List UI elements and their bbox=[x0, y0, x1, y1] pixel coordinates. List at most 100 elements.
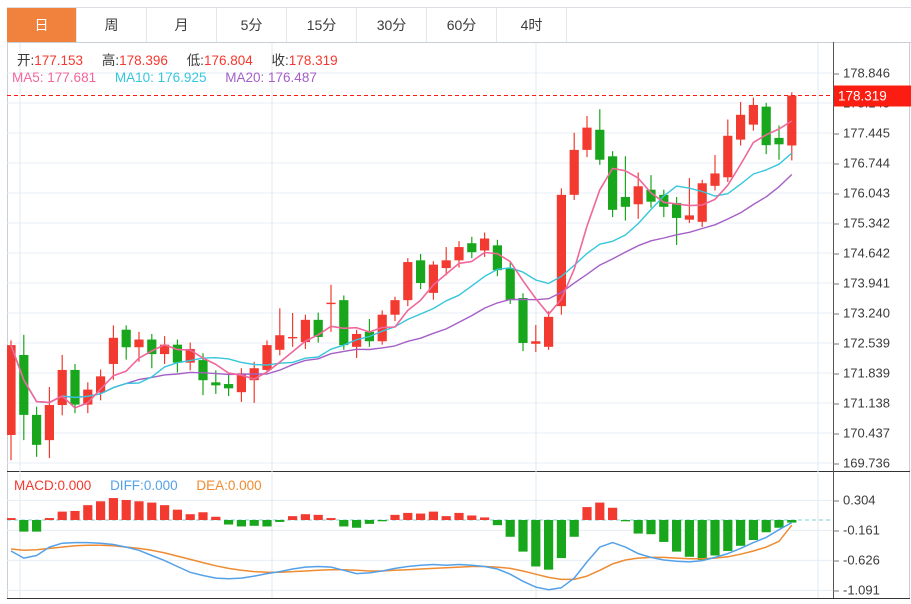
low-label: 低: bbox=[187, 53, 204, 68]
tab-day[interactable]: 日 bbox=[7, 8, 77, 43]
macd-bar-positive bbox=[186, 514, 195, 520]
ma5-line bbox=[11, 121, 792, 408]
price-axis-label: 178.846 bbox=[833, 66, 890, 81]
price-axis-label: 174.642 bbox=[833, 246, 890, 261]
macd-bar-positive bbox=[301, 514, 310, 520]
macd-bar-negative bbox=[685, 520, 694, 557]
dea-value: 0.000 bbox=[228, 478, 262, 493]
macd-bar-negative bbox=[570, 520, 579, 537]
macd-bar-negative bbox=[659, 520, 668, 542]
candle-down bbox=[224, 384, 233, 388]
macd-bar-positive bbox=[314, 515, 323, 520]
candle-up bbox=[134, 340, 143, 348]
tab-5min[interactable]: 5分 bbox=[217, 8, 287, 43]
tab-30min[interactable]: 30分 bbox=[357, 8, 427, 43]
macd-bar-positive bbox=[429, 512, 438, 520]
ma10-label: MA10: bbox=[115, 70, 154, 85]
candle-up bbox=[326, 303, 335, 304]
candle-down bbox=[774, 138, 783, 144]
candlestick-chart-canvas[interactable] bbox=[7, 43, 833, 472]
tab-15min[interactable]: 15分 bbox=[287, 8, 357, 43]
macd-readout: MACD:0.000 DIFF:0.000 DEA:0.000 bbox=[14, 478, 262, 493]
macd-bar-negative bbox=[634, 520, 643, 534]
macd-bar-negative bbox=[19, 520, 28, 532]
macd-bar-negative bbox=[544, 520, 553, 570]
macd-bar-negative bbox=[262, 520, 271, 526]
price-axis-label: 175.342 bbox=[833, 216, 890, 231]
candle-down bbox=[608, 156, 617, 210]
low-value: 176.804 bbox=[204, 53, 253, 68]
candle-down bbox=[467, 243, 476, 252]
candle-up bbox=[109, 338, 118, 364]
candle-down bbox=[416, 260, 425, 283]
price-axis: 178.846178.145177.445176.744176.043175.3… bbox=[833, 43, 911, 472]
macd-axis-label: -0.626 bbox=[833, 553, 880, 568]
ma10-line bbox=[11, 153, 792, 402]
candle-up bbox=[582, 128, 591, 150]
macd-bar-negative bbox=[32, 520, 41, 532]
macd-bar-negative bbox=[672, 520, 681, 552]
macd-axis-label: -1.091 bbox=[833, 583, 880, 598]
macd-bar-positive bbox=[160, 505, 169, 520]
candle-up bbox=[275, 335, 284, 350]
macd-axis-label: 0.304 bbox=[833, 493, 876, 508]
macd-bar-negative bbox=[518, 520, 527, 552]
candle-up bbox=[480, 239, 489, 251]
candle-up bbox=[685, 215, 694, 219]
trading-chart-app: { "tabs": { "items": [ {"label": "日", "a… bbox=[0, 0, 911, 604]
macd-bar-positive bbox=[96, 501, 105, 520]
macd-bar-negative bbox=[493, 520, 502, 525]
tab-week[interactable]: 周 bbox=[77, 8, 147, 43]
macd-bar-positive bbox=[7, 518, 16, 520]
candle-up bbox=[442, 260, 451, 268]
macd-bar-positive bbox=[109, 498, 118, 520]
macd-bar-negative bbox=[710, 520, 719, 555]
macd-bar-negative bbox=[736, 520, 745, 546]
macd-bar-negative bbox=[237, 520, 246, 526]
open-value: 177.153 bbox=[34, 53, 83, 68]
price-axis-label: 173.240 bbox=[833, 306, 890, 321]
candle-up bbox=[723, 136, 732, 178]
macd-bar-positive bbox=[480, 517, 489, 520]
macd-bar-negative bbox=[698, 520, 707, 560]
candle-down bbox=[493, 245, 502, 270]
high-label: 高: bbox=[102, 53, 119, 68]
macd-bar-positive bbox=[582, 507, 591, 520]
macd-bar-negative bbox=[774, 520, 783, 528]
open-label: 开: bbox=[17, 53, 34, 68]
tab-4hour[interactable]: 4时 bbox=[497, 8, 567, 43]
candle-down bbox=[70, 370, 79, 405]
period-tabbar: 日 周 月 5分 15分 30分 60分 4时 bbox=[7, 7, 911, 43]
candle-up bbox=[45, 405, 54, 440]
dea-label: DEA: bbox=[196, 478, 228, 493]
candle-up bbox=[787, 96, 796, 146]
macd-bar-positive bbox=[467, 515, 476, 520]
ma10-value: 176.925 bbox=[158, 70, 207, 85]
candle-up bbox=[570, 150, 579, 195]
candle-down bbox=[211, 382, 220, 385]
candle-up bbox=[262, 345, 271, 370]
macd-bar-negative bbox=[224, 520, 233, 525]
macd-bar-positive bbox=[326, 518, 335, 520]
macd-bar-negative bbox=[787, 520, 796, 523]
candle-down bbox=[339, 300, 348, 345]
macd-bar-positive bbox=[442, 516, 451, 520]
macd-bar-positive bbox=[403, 513, 412, 520]
price-axis-label: 170.437 bbox=[833, 426, 890, 441]
macd-bar-positive bbox=[595, 503, 604, 520]
tab-month[interactable]: 月 bbox=[147, 8, 217, 43]
candle-down bbox=[595, 130, 604, 160]
candle-up bbox=[698, 183, 707, 222]
macd-bar-negative bbox=[723, 520, 732, 551]
candle-up bbox=[454, 247, 463, 260]
candle-up bbox=[749, 105, 758, 125]
price-axis-label: 171.138 bbox=[833, 396, 890, 411]
tab-60min[interactable]: 60分 bbox=[427, 8, 497, 43]
macd-axis: 0.304-0.161-0.626-1.091 bbox=[833, 473, 911, 598]
candle-up bbox=[531, 341, 540, 344]
macd-bar-negative bbox=[352, 520, 361, 528]
candle-down bbox=[173, 345, 182, 363]
macd-bar-negative bbox=[557, 520, 566, 558]
price-axis-label: 177.445 bbox=[833, 126, 890, 141]
candle-up bbox=[710, 173, 719, 185]
